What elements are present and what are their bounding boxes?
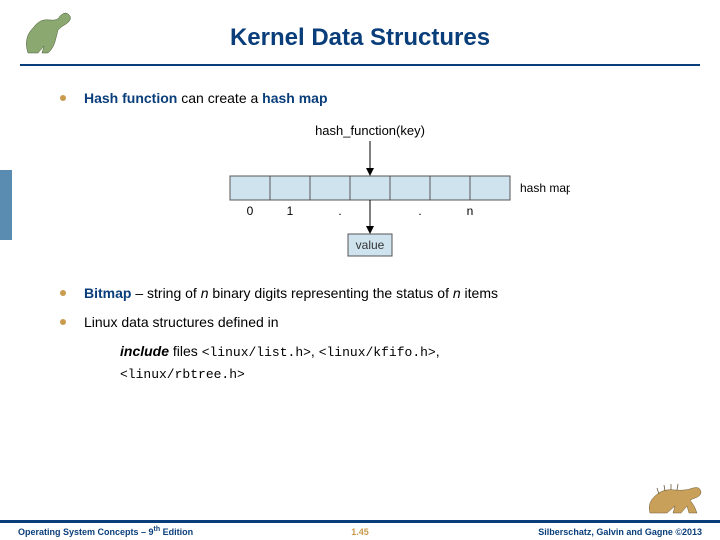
bullet-linux: Linux data structures defined in: [60, 312, 680, 333]
diagram-value-label: value: [356, 238, 385, 252]
diagram-idx-n: n: [467, 204, 474, 218]
text: files: [169, 343, 202, 359]
footer-right: Silberschatz, Galvin and Gagne ©2013: [538, 527, 702, 537]
footer-page-number: 1.45: [351, 527, 369, 537]
bullet-hash-function: Hash function can create a hash map: [60, 88, 680, 109]
footer-left: Operating System Concepts – 9th Edition: [18, 526, 193, 537]
page-title: Kernel Data Structures: [0, 24, 720, 52]
text: ,: [311, 343, 319, 359]
diagram-idx-0: 0: [247, 204, 254, 218]
term-hash-map: hash map: [262, 90, 327, 106]
content-area: Hash function can create a hash map hash…: [60, 88, 680, 388]
var-n: n: [453, 285, 461, 301]
text: ,: [436, 343, 440, 359]
diagram-func-label: hash_function(key): [315, 123, 425, 138]
text: Linux data structures defined in: [84, 312, 279, 333]
diagram-idx-1: 1: [287, 204, 294, 218]
text: – string of: [131, 285, 200, 301]
file-rbtree-h: <linux/rbtree.h>: [120, 367, 245, 382]
diagram-idx-dot: .: [418, 204, 421, 218]
bullet-bitmap: Bitmap – string of n binary digits repre…: [60, 283, 680, 304]
var-n: n: [201, 285, 209, 301]
diagram-map-label: hash map: [520, 181, 570, 195]
text: can create a: [177, 90, 262, 106]
bullet-icon: [60, 319, 66, 325]
term-bitmap: Bitmap: [84, 285, 131, 301]
bullet-icon: [60, 290, 66, 296]
text: items: [461, 285, 498, 301]
footer: Operating System Concepts – 9th Edition …: [0, 520, 720, 540]
text: binary digits representing the status of: [209, 285, 453, 301]
title-rule: [20, 64, 700, 66]
term-hash-function: Hash function: [84, 90, 177, 106]
dinosaur-logo-right: [645, 478, 705, 518]
diagram-idx-dot: .: [338, 204, 341, 218]
hash-map-cells: [230, 176, 510, 200]
bullet-linux-files: include files <linux/list.h>, <linux/kfi…: [120, 341, 680, 384]
hash-map-diagram: hash_function(key) hash map 0 1 . . n va…: [170, 121, 570, 261]
file-kfifo-h: <linux/kfifo.h>: [319, 345, 436, 360]
sidebar-accent: [0, 170, 12, 240]
file-list-h: <linux/list.h>: [202, 345, 311, 360]
keyword-include: include: [120, 343, 169, 359]
bullet-icon: [60, 95, 66, 101]
